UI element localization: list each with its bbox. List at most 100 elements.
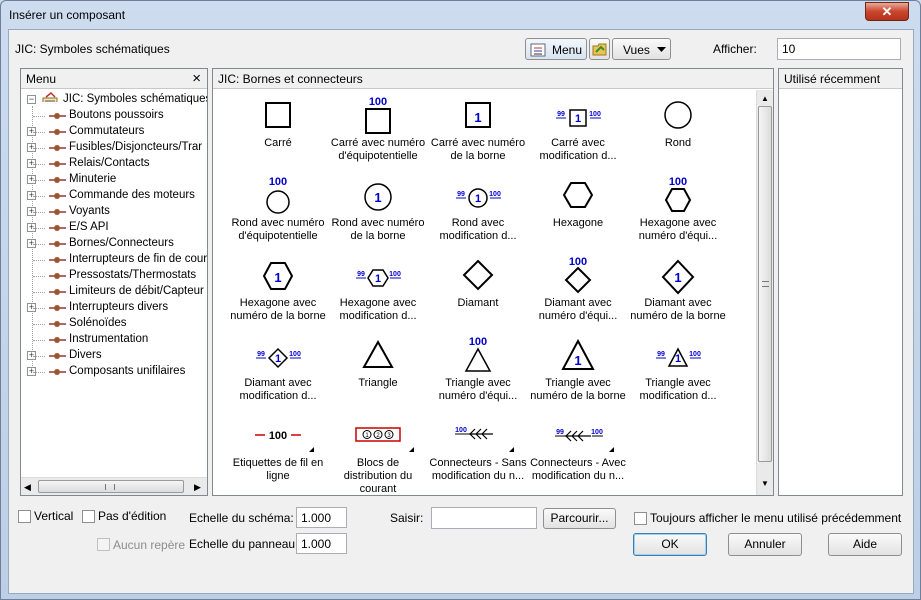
ok-button[interactable]: OK — [633, 533, 707, 556]
title-bar[interactable]: Insérer un composant ✕ — [1, 1, 920, 29]
symbol-item[interactable]: 1 Diamant avec numéro de la borne — [629, 253, 727, 333]
tree-item[interactable]: Instrumentation — [33, 332, 207, 348]
symbol-item[interactable]: Carré — [229, 93, 327, 173]
collapse-icon[interactable]: − — [27, 95, 36, 104]
menu-tree: − JIC: Symboles schématiques Boutons pou… — [21, 90, 207, 475]
symbols-vscrollbar[interactable]: ▲ ▼ — [756, 90, 773, 495]
component-icon — [49, 353, 66, 359]
tree-item-label: Limiteurs de débit/Capteur — [69, 285, 204, 297]
menu-hscroll-thumb[interactable] — [38, 480, 184, 493]
tree-item[interactable]: + Fusibles/Disjoncteurs/Trar — [27, 140, 207, 156]
vertical-checkbox[interactable] — [18, 510, 31, 523]
symbol-item[interactable]: Diamant — [429, 253, 527, 333]
old-number: 99 — [357, 271, 365, 278]
tree-item[interactable]: + Commutateurs — [27, 124, 207, 140]
symbol-label: Etiquettes de fil en ligne — [232, 457, 324, 482]
symbol-item[interactable]: 100 Rond avec numéro d'équipotentielle — [229, 173, 327, 253]
symbol-item[interactable]: 99 100 1 Triangle avec modification d... — [629, 333, 727, 413]
tree-item[interactable]: + Commande des moteurs — [27, 188, 207, 204]
symbol-label: Carré avec numéro d'équipotentielle — [330, 137, 426, 162]
show-count-input[interactable]: 10 — [777, 38, 901, 60]
hexagon-100-icon: 100 — [664, 176, 692, 212]
symbol-item[interactable]: 99 100 Connecteurs - Avec modification du … — [529, 413, 627, 493]
symbol-item[interactable]: Rond — [629, 93, 727, 173]
symbol-item[interactable]: 99 100 1 Hexagone avec modification d... — [329, 253, 427, 333]
symbol-item[interactable]: 1 Carré avec numéro de la borne — [429, 93, 527, 173]
symbol-item[interactable]: 100 Carré avec numéro d'équipotentielle — [329, 93, 427, 173]
menu-hscrollbar[interactable]: ◀ ▶ — [21, 477, 207, 495]
submenu-corner-icon — [409, 447, 414, 452]
menu-button[interactable]: Menu — [525, 38, 587, 60]
tree-item[interactable]: Interrupteurs de fin de cour — [33, 252, 207, 268]
grip-icon — [762, 281, 769, 287]
tree-item[interactable]: + Composants unifilaires — [27, 364, 207, 380]
submenu-corner-icon — [509, 447, 514, 452]
scroll-left-icon[interactable]: ◀ — [24, 482, 31, 493]
tree-item-label: Instrumentation — [69, 333, 149, 345]
panel-scale-input[interactable]: 1.000 — [296, 533, 347, 554]
symbol-item[interactable]: 99 100 1 Carré avec modification d... — [529, 93, 627, 173]
symbol-item[interactable]: 100 Etiquettes de fil en ligne — [229, 413, 327, 493]
symbol-item[interactable]: Triangle — [329, 333, 427, 413]
symbol-item[interactable]: 1 Triangle avec numéro de la borne — [529, 333, 627, 413]
cancel-button[interactable]: Annuler — [728, 533, 802, 556]
submenu-corner-icon — [609, 447, 614, 452]
tree-root[interactable]: − JIC: Symboles schématiques — [27, 92, 207, 108]
symbols-vscroll-thumb[interactable] — [758, 106, 772, 462]
menu-panel-close-icon[interactable]: × — [192, 70, 201, 87]
scroll-up-icon[interactable]: ▲ — [761, 94, 769, 103]
chevron-down-icon — [657, 47, 666, 52]
tree-item-label: Minuterie — [69, 173, 117, 185]
terminal-number: 1 — [374, 190, 381, 205]
tree-item-label: Interrupteurs de fin de cour — [69, 253, 207, 265]
browse-button[interactable]: Parcourir... — [543, 508, 616, 529]
symbol-item[interactable]: 1 Rond avec numéro de la borne — [329, 173, 427, 253]
new-number: 100 — [389, 271, 401, 278]
scroll-right-icon[interactable]: ▶ — [194, 482, 201, 493]
component-icon — [49, 273, 66, 279]
component-icon — [49, 337, 66, 343]
help-button[interactable]: Aide — [828, 533, 902, 556]
symbol-item[interactable]: 1 Hexagone avec numéro de la borne — [229, 253, 327, 333]
symbol-item[interactable]: 100 Diamant avec numéro d'équi... — [529, 253, 627, 333]
symbol-item[interactable]: 100 Triangle avec numéro d'équi... — [429, 333, 527, 413]
always-show-checkbox[interactable] — [634, 512, 647, 525]
tree-item-label: Pressostats/Thermostats — [69, 269, 197, 281]
symbol-item[interactable]: 99 100 1 Rond avec modification d... — [429, 173, 527, 253]
symbol-item[interactable]: Hexagone — [529, 173, 627, 253]
tree-connector — [33, 244, 45, 245]
tree-item[interactable]: + Bornes/Connecteurs — [27, 236, 207, 252]
no-edit-checkbox[interactable] — [82, 510, 95, 523]
symbol-item[interactable]: 99 100 1 Diamant avec modification d... — [229, 333, 327, 413]
enter-input[interactable] — [431, 507, 537, 529]
tree-item[interactable]: Pressostats/Thermostats — [33, 268, 207, 284]
symbol-label: Rond avec numéro de la borne — [331, 217, 425, 242]
tree-item[interactable]: + Interrupteurs divers — [27, 300, 207, 316]
triangle-icon — [362, 339, 394, 368]
symbol-item[interactable]: 100 Hexagone avec numéro d'équi... — [629, 173, 727, 253]
old-number: 99 — [257, 351, 265, 358]
tree-item[interactable]: + E/S API — [27, 220, 207, 236]
tree-connector — [33, 212, 45, 213]
tree-item[interactable]: Boutons poussoirs — [33, 108, 207, 124]
tree-item[interactable]: + Voyants — [27, 204, 207, 220]
tree-item[interactable]: + Divers — [27, 348, 207, 364]
views-dropdown[interactable]: Vues — [612, 38, 671, 60]
close-button[interactable]: ✕ — [865, 2, 909, 21]
folder-button[interactable] — [589, 38, 610, 60]
scroll-down-icon[interactable]: ▼ — [761, 479, 769, 488]
connector-mod-icon: 99 100 — [555, 429, 603, 442]
equipotential-number: 100 — [669, 176, 687, 188]
tree-item-label: Bornes/Connecteurs — [69, 237, 174, 249]
no-edit-label: Pas d'édition — [98, 509, 167, 523]
tree-item[interactable]: Solénoïdes — [33, 316, 207, 332]
tree-item[interactable]: Limiteurs de débit/Capteur — [33, 284, 207, 300]
schema-scale-input[interactable]: 1.000 — [296, 507, 347, 528]
symbol-item[interactable]: 100 Connecteurs - Sans modification du n.… — [429, 413, 527, 493]
no-marker-checkbox[interactable] — [97, 538, 110, 551]
symbol-item[interactable]: 1 2 3 Blocs de distribution du courant — [329, 413, 427, 495]
tree-item[interactable]: + Minuterie — [27, 172, 207, 188]
symbol-label: Hexagone avec numéro de la borne — [230, 297, 326, 322]
tree-item[interactable]: + Relais/Contacts — [27, 156, 207, 172]
triangle-1-icon: 1 — [561, 338, 595, 370]
